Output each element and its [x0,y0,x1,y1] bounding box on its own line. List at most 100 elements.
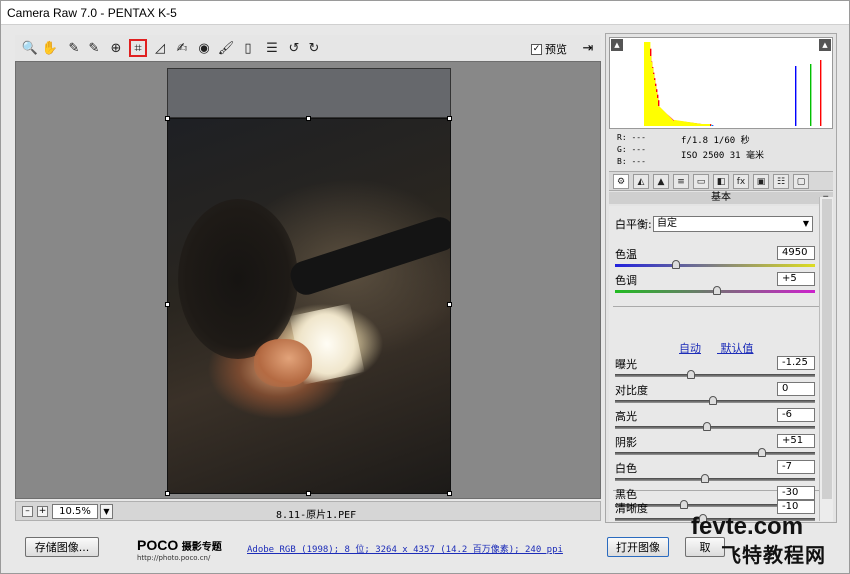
camera-settings: f/1.8 1/60 秒 ISO 2500 31 毫米 [681,134,764,164]
crop-handle-left[interactable] [165,302,170,307]
panel-tab-0[interactable]: ⚙ [613,174,629,189]
image-info: R: --- G: --- B: --- f/1.8 1/60 秒 ISO 25… [609,130,833,170]
poco-url: http://photo.poco.cn/ [137,554,211,562]
slider-value-field[interactable]: -30 [777,486,815,500]
scrollbar-thumb[interactable] [822,199,832,499]
slider-value-field[interactable]: 0 [777,382,815,396]
slider-thumb[interactable] [712,286,721,295]
panel-scrollbar[interactable] [819,197,833,521]
slider-track[interactable] [615,478,815,481]
slider-6: 白色 -7 [615,460,815,486]
slider-value-field[interactable]: -10 [777,500,815,514]
panel-tab-2[interactable]: ▲ [653,174,669,189]
auto-link[interactable]: 自动 [679,342,701,355]
preferences-tool-icon[interactable]: ☰ [263,39,281,57]
panel-tab-9[interactable]: ▢ [793,174,809,189]
default-link[interactable]: 默认值 [721,342,754,355]
slider-label: 白色 [615,462,637,475]
highlight-clipping-icon[interactable]: ▲ [819,39,831,51]
crop-handle-bottom[interactable] [306,491,311,496]
crop-handle-top[interactable] [306,116,311,121]
fullscreen-icon[interactable]: ⇥ [579,39,597,57]
rgb-readout: R: --- G: --- B: --- [617,132,646,168]
slider-thumb[interactable] [709,396,717,405]
slider-track[interactable] [615,264,815,267]
slider-0: 色温 4950 [615,246,815,272]
crop-excluded-area [167,68,451,118]
auto-default-links: 自动 默认值 [679,340,770,356]
panel-tab-5[interactable]: ◧ [713,174,729,189]
slider-thumb[interactable] [701,474,710,483]
workflow-options-link[interactable]: Adobe RGB (1998); 8 位; 3264 x 4357 (14.2… [247,542,563,555]
crop-handle-bottom-right[interactable] [447,491,452,496]
slider-track[interactable] [615,374,815,377]
histogram-blue-spike [795,66,797,126]
slider-track[interactable] [615,426,815,429]
panel-tab-8[interactable]: ☷ [773,174,789,189]
slider-label: 对比度 [615,384,648,397]
slider-value-field[interactable]: +5 [777,272,815,286]
open-image-button[interactable]: 打开图像 [607,537,669,557]
slider-label: 高光 [615,410,637,423]
rotate-left-tool-icon[interactable]: ↺ [285,39,303,57]
save-image-button[interactable]: 存储图像... [25,537,99,557]
crop-handle-right[interactable] [447,302,452,307]
slider-label: 曝光 [615,358,637,371]
crop-handle-top-left[interactable] [165,116,170,121]
panel-tab-1[interactable]: ◭ [633,174,649,189]
slider-value-field[interactable]: 4950 [777,246,815,260]
hand-tool-icon[interactable]: ✋ [41,39,59,57]
panel-tab-7[interactable]: ▣ [753,174,769,189]
slider-5: 阴影 +51 [615,434,815,460]
spot-removal-tool-icon[interactable]: ✍ [173,39,191,57]
panel-tab-3[interactable]: ≡ [673,174,689,189]
histogram-green-spike [810,64,812,126]
photo-hair [178,199,298,359]
photo-face [254,339,312,387]
slider-label: 色调 [615,274,637,287]
slider-thumb[interactable] [703,422,712,431]
shadow-clipping-icon[interactable]: ▲ [611,39,623,51]
slider-thumb[interactable] [758,448,766,457]
crop-handle-top-right[interactable] [447,116,452,121]
zoom-dropdown-icon[interactable]: ▼ [100,504,113,519]
window-title: Camera Raw 7.0 - PENTAX K-5 [7,6,177,20]
status-bar: – + 10.5% ▼ 8.11-原片1.PEF [15,501,601,521]
crop-handle-bottom-left[interactable] [165,491,170,496]
preview-checkbox[interactable]: ✓ [531,43,542,55]
straighten-tool-icon[interactable]: ◿ [151,39,169,57]
white-balance-label: 白平衡: [615,218,652,231]
preview-toggle[interactable]: ✓ 预览 [531,41,567,57]
white-balance-tool-icon[interactable]: ✎ [65,39,83,57]
toolbar: ✓ 预览 ⇥ 🔍 ✋ ✎ ✎ ⊕ ⌗ ◿ ✍ ◉ 🖌 ▯ ☰ ↺ ↻ [15,35,601,61]
color-sampler-tool-icon[interactable]: ✎ [85,39,103,57]
rotate-right-tool-icon[interactable]: ↻ [305,39,323,57]
zoom-level-field[interactable]: 10.5% [52,504,98,519]
zoom-out-button[interactable]: – [22,506,33,517]
slider-value-field[interactable]: -7 [777,460,815,474]
histogram: ▲ ▲ [609,37,833,129]
slider-4: 高光 -6 [615,408,815,434]
slider-label: 清晰度 [615,502,648,515]
histogram-graph [644,42,822,126]
slider-value-field[interactable]: -6 [777,408,815,422]
panel-tab-6[interactable]: fx [733,174,749,189]
targeted-adjustment-tool-icon[interactable]: ⊕ [107,39,125,57]
crop-tool-icon[interactable]: ⌗ [129,39,147,57]
white-balance-select[interactable]: 自定 ▼ [653,216,813,232]
slider-track[interactable] [615,452,815,455]
red-eye-tool-icon[interactable]: ◉ [195,39,213,57]
slider-thumb[interactable] [671,260,680,269]
zoom-in-button[interactable]: + [37,506,48,517]
slider-thumb[interactable] [687,370,696,379]
g-readout: G: --- [617,145,646,154]
zoom-tool-icon[interactable]: 🔍 [21,39,39,57]
adjustment-brush-tool-icon[interactable]: 🖌 [217,39,235,57]
graduated-filter-tool-icon[interactable]: ▯ [239,39,257,57]
image-canvas[interactable] [15,61,601,499]
slider-value-field[interactable]: +51 [777,434,815,448]
basic-panel: 白平衡: 自定 ▼ 自动 默认值 色温 4950 色调 +5 曝光 -1.25 对比度 0 高光… [609,206,833,522]
photo-preview[interactable] [167,118,451,494]
panel-tab-4[interactable]: ▭ [693,174,709,189]
slider-value-field[interactable]: -1.25 [777,356,815,370]
